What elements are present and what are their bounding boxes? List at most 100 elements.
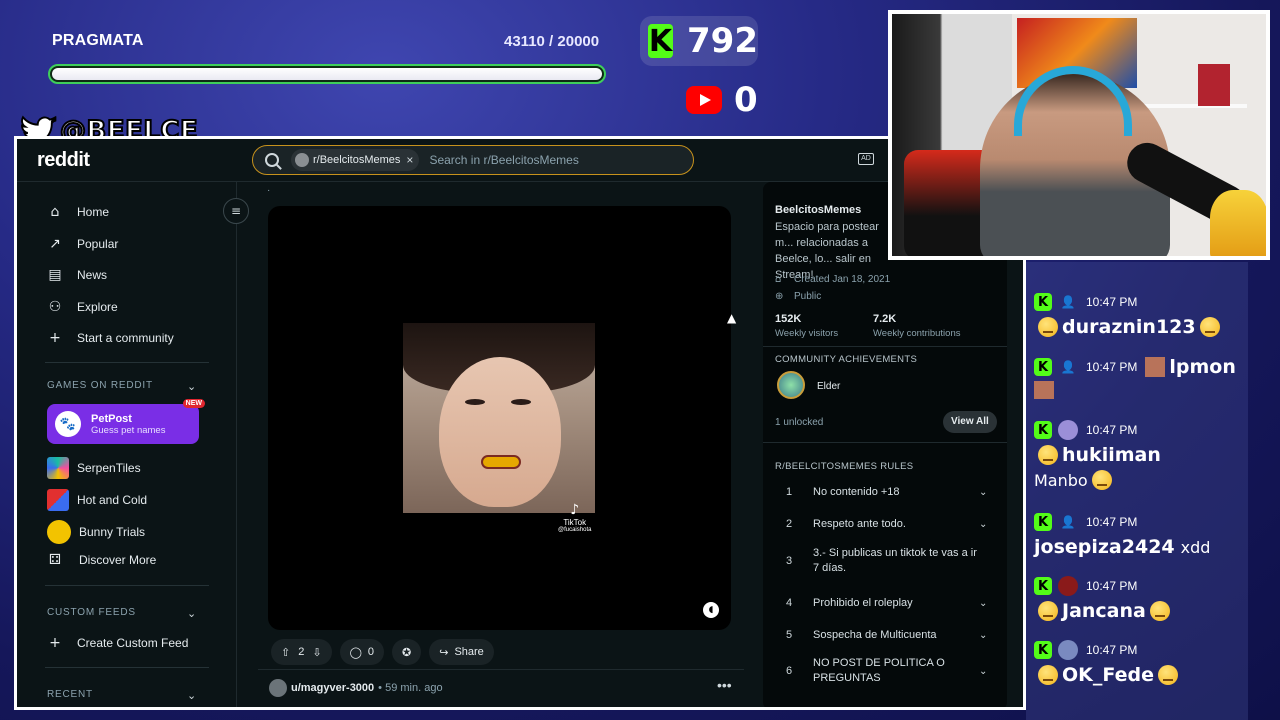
bunny-trials-icon <box>47 520 71 544</box>
achievements-heading: COMMUNITY ACHIEVEMENTS <box>775 354 918 365</box>
tiktok-watermark: ♪ TikTok @fucaishota <box>558 502 591 533</box>
rule-item[interactable]: 4 Prohibido el roleplay ⌄ <box>775 591 995 615</box>
new-badge: NEW <box>182 399 205 408</box>
kick-badge-icon: K <box>1034 513 1052 531</box>
gamepad-icon: ⚃ <box>48 552 62 568</box>
user-icon: 👤 <box>1060 360 1076 374</box>
tiktok-label: TikTok <box>563 518 587 527</box>
explore-icon: ⚇ <box>48 299 62 315</box>
community-created: ⌂ Created Jan 18, 2021 <box>775 274 890 285</box>
advertise-icon[interactable]: AD <box>858 153 874 165</box>
games-heading-label: GAMES ON REDDIT <box>47 380 153 391</box>
sidebar-game-serpentiles[interactable]: SerpenTiles <box>47 457 141 479</box>
close-icon[interactable]: × <box>406 153 413 167</box>
plus-icon: + <box>49 635 61 651</box>
serpentiles-icon <box>47 457 69 479</box>
petpost-game-card[interactable]: 🐾 PetPost Guess pet names NEW <box>47 399 205 444</box>
user-icon: 👤 <box>1060 295 1076 309</box>
rule-item[interactable]: 3 3.- Si publicas un tiktok te vas a ir … <box>775 544 995 578</box>
create-custom-feed[interactable]: + Create Custom Feed <box>47 635 188 651</box>
recent-heading[interactable]: RECENT ⌄ <box>47 689 197 702</box>
game-label: Hot and Cold <box>77 493 148 507</box>
chat-username: hukiiman <box>1062 444 1161 466</box>
emote-icon <box>1038 601 1058 621</box>
search-icon <box>265 153 279 167</box>
vote-buttons[interactable]: ⇧ 2 ⇩ <box>271 639 332 665</box>
next-post-header: u/magyver-3000 • 59 min. ago <box>269 679 443 697</box>
chevron-down-icon: ⌄ <box>979 629 988 641</box>
chat-username: Jancana <box>1062 600 1146 622</box>
next-post-username[interactable]: u/magyver-3000 <box>291 682 374 694</box>
share-button[interactable]: ↪ Share <box>429 639 494 665</box>
rule-item[interactable]: 6 NO POST DE POLITICA O PREGUNTAS ⌄ <box>775 654 995 688</box>
rule-item[interactable]: 5 Sospecha de Multicuenta ⌄ <box>775 623 995 647</box>
chat-message: K 10:47 PM Jancana <box>1026 576 1248 622</box>
reddit-logo[interactable]: reddit <box>37 149 90 172</box>
share-label: Share <box>454 646 484 658</box>
chat-message: K 10:47 PM OK_Fede <box>1026 640 1248 686</box>
achievement-name: Elder <box>817 381 841 392</box>
sidebar-item-news[interactable]: ▤ News <box>47 267 107 283</box>
cake-icon: ⌂ <box>775 274 782 285</box>
webcam-feed <box>888 10 1270 260</box>
vote-count: 2 <box>298 646 305 658</box>
menu-toggle-icon[interactable]: ≡ <box>223 198 249 224</box>
sidebar-game-bunny-trials[interactable]: Bunny Trials <box>47 520 145 544</box>
chevron-down-icon[interactable]: ⌄ <box>187 689 197 702</box>
search-bar[interactable]: r/BeelcitosMemes × Search in r/Beelcitos… <box>252 145 694 175</box>
comment-count: 0 <box>367 646 374 658</box>
sidebar-item-start-community[interactable]: + Start a community <box>47 330 174 346</box>
chat-text: xdd <box>1180 537 1211 557</box>
weekly-contributions-label: Weekly contributions <box>873 328 961 339</box>
view-all-button[interactable]: View All <box>943 411 997 433</box>
avatar[interactable] <box>269 679 287 697</box>
rule-item[interactable]: 2 Respeto ante todo. ⌄ <box>775 512 995 536</box>
home-icon: ⌂ <box>50 204 60 220</box>
more-options-icon[interactable]: ••• <box>717 677 732 693</box>
avatar <box>1145 357 1166 377</box>
subreddit-filter-chip[interactable]: r/BeelcitosMemes × <box>291 149 420 171</box>
rule-item[interactable]: 1 No contenido +18 ⌄ <box>775 480 995 504</box>
created-label: Created Jan 18, 2021 <box>794 274 891 285</box>
paw-icon: 🐾 <box>55 411 81 437</box>
kick-badge-icon: K <box>1034 358 1052 376</box>
post-video-player[interactable]: ♪ TikTok @fucaishota ◖ <box>268 206 731 630</box>
comments-button[interactable]: ◯ 0 <box>339 639 384 665</box>
create-custom-feed-label: Create Custom Feed <box>77 636 189 650</box>
kick-logo-icon: K <box>648 23 674 59</box>
popular-icon: ↗ <box>49 236 61 252</box>
emote-icon <box>1091 470 1112 490</box>
custom-feeds-heading[interactable]: CUSTOM FEEDS ⌄ <box>47 607 197 620</box>
weekly-contributions-value: 7.2K <box>873 313 897 325</box>
tiktok-handle: @fucaishota <box>558 527 592 533</box>
games-section-heading[interactable]: GAMES ON REDDIT ⌄ <box>47 380 197 393</box>
emote-icon <box>1038 445 1058 465</box>
avatar <box>1058 576 1078 596</box>
sidebar-item-home[interactable]: ⌂ Home <box>47 204 109 220</box>
upvote-icon[interactable]: ⇧ <box>281 646 290 659</box>
sidebar-item-label: News <box>77 268 108 282</box>
kick-badge-icon: K <box>1034 641 1052 659</box>
community-visibility: ⊕ Public <box>775 291 821 302</box>
achievements-unlocked: 1 unlocked <box>775 417 824 428</box>
game-label: Bunny Trials <box>79 525 146 539</box>
chevron-down-icon[interactable]: ⌄ <box>187 380 197 393</box>
next-post-time: • 59 min. ago <box>378 682 443 694</box>
chevron-down-icon[interactable]: ⌄ <box>187 607 197 620</box>
kick-badge-icon: K <box>1034 577 1052 595</box>
left-sidebar: ≡ ⌂ Home ↗ Popular ▤ News ⚇ Explore + St… <box>17 182 249 707</box>
kick-viewer-count: 792 <box>687 21 758 61</box>
sidebar-item-popular[interactable]: ↗ Popular <box>47 236 118 252</box>
award-icon: ✪ <box>402 645 412 659</box>
panel-divider <box>763 442 1007 443</box>
sidebar-divider <box>45 362 209 363</box>
youtube-logo-icon <box>686 86 722 114</box>
downvote-icon[interactable]: ⇩ <box>312 646 321 659</box>
sidebar-discover-more[interactable]: ⚃ Discover More <box>47 552 156 568</box>
petpost-title: PetPost <box>91 412 132 425</box>
sidebar-item-explore[interactable]: ⚇ Explore <box>47 299 118 315</box>
volume-icon[interactable]: ◖ <box>703 602 719 618</box>
award-button[interactable]: ✪ <box>392 639 422 665</box>
sidebar-game-hot-and-cold[interactable]: Hot and Cold <box>47 489 147 511</box>
kick-badge-icon: K <box>1034 293 1052 311</box>
